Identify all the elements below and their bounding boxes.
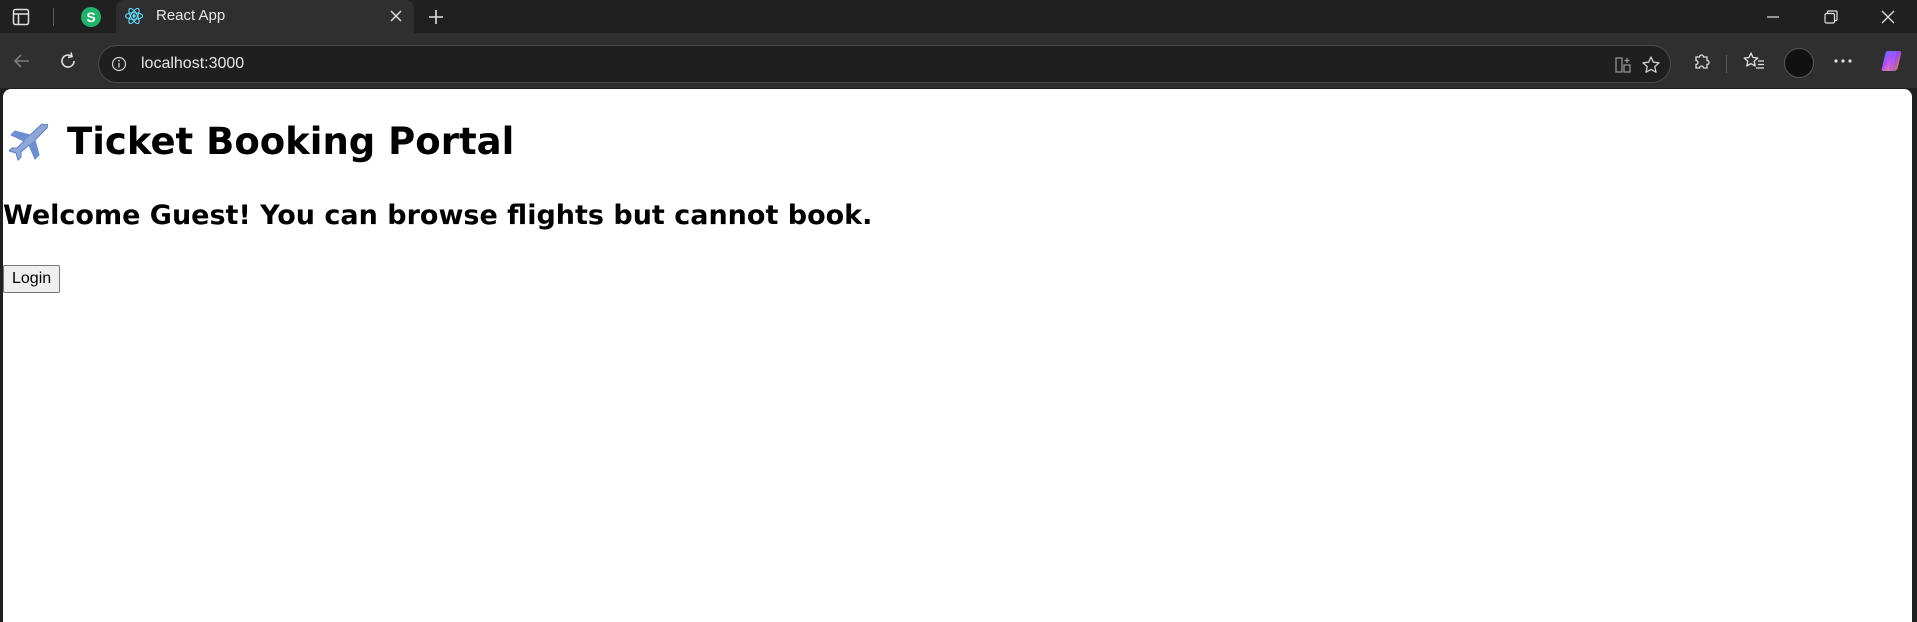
tab-separator: [53, 8, 54, 26]
star-icon[interactable]: [1638, 52, 1664, 78]
toolbar-separator: [1726, 55, 1727, 73]
split-screen-icon[interactable]: [1610, 52, 1636, 78]
close-tab-icon[interactable]: [386, 6, 406, 26]
tab-react-app[interactable]: React App: [116, 0, 414, 33]
restore-icon[interactable]: [1808, 0, 1854, 33]
info-icon[interactable]: [109, 54, 129, 74]
react-logo-icon: [124, 6, 144, 26]
page-title-text: Ticket Booking Portal: [67, 119, 515, 163]
plus-icon[interactable]: [424, 5, 448, 29]
tab-title: React App: [156, 7, 226, 24]
page-title: Ticket Booking Portal: [8, 119, 515, 163]
minimize-icon[interactable]: [1750, 0, 1796, 33]
profile-avatar[interactable]: [1784, 48, 1814, 78]
favorites-icon[interactable]: [1738, 45, 1770, 77]
more-icon[interactable]: [1827, 45, 1859, 77]
tab-s[interactable]: S: [68, 2, 114, 32]
login-button[interactable]: Login: [3, 265, 61, 293]
sidebar-icon[interactable]: [10, 6, 32, 28]
copilot-icon[interactable]: [1876, 45, 1908, 77]
browser-toolbar: localhost:3000: [0, 33, 1917, 88]
close-window-icon[interactable]: [1865, 0, 1911, 33]
back-arrow-icon[interactable]: [6, 45, 38, 77]
page-viewport: Ticket Booking Portal Welcome Guest! You…: [3, 89, 1912, 622]
s-badge-icon: S: [81, 7, 101, 27]
welcome-message: Welcome Guest! You can browse flights bu…: [3, 200, 873, 231]
airplane-icon: [8, 119, 53, 163]
url-text[interactable]: localhost:3000: [141, 55, 244, 73]
reload-icon[interactable]: [52, 45, 84, 77]
puzzle-icon[interactable]: [1686, 45, 1718, 77]
address-bar[interactable]: localhost:3000: [98, 45, 1671, 83]
tab-strip: S React App: [0, 0, 1917, 33]
